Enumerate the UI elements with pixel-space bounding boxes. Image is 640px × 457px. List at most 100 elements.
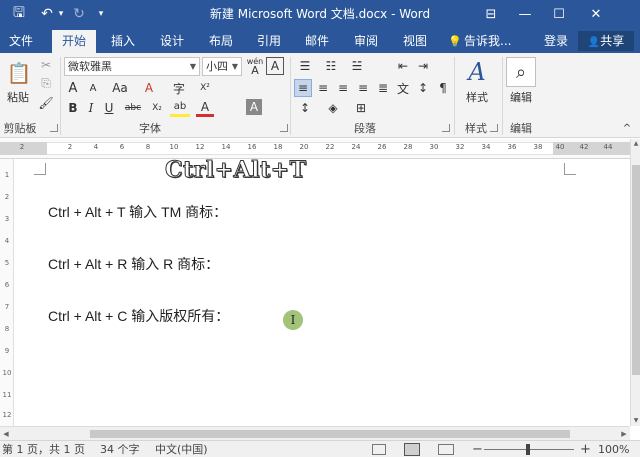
increase-indent-icon[interactable]: ⇥: [414, 57, 432, 75]
print-layout-icon[interactable]: [404, 443, 420, 456]
tab-references[interactable]: 引用: [250, 30, 288, 53]
format-painter-icon[interactable]: 🖌: [38, 95, 54, 111]
document-line[interactable]: Ctrl + Alt + R 输入 R 商标：: [48, 254, 219, 274]
undo-icon[interactable]: ↶: [38, 0, 56, 28]
tab-file[interactable]: 文件: [2, 30, 40, 53]
shading-icon[interactable]: ◈: [322, 99, 344, 117]
styles-button-label[interactable]: 样式: [460, 89, 494, 105]
group-divider: [502, 57, 503, 135]
scroll-right-icon[interactable]: ▶: [618, 427, 630, 441]
distributed-icon[interactable]: ≣: [374, 79, 392, 97]
decrease-indent-icon[interactable]: ⇤: [394, 57, 412, 75]
align-right-icon[interactable]: ≡: [334, 79, 352, 97]
scroll-down-icon[interactable]: ▼: [631, 416, 640, 426]
strikethrough-icon[interactable]: abc: [120, 99, 146, 117]
enclose-characters-icon[interactable]: 字: [170, 79, 188, 97]
wordart-heading[interactable]: Ctrl+Alt+T: [164, 157, 306, 184]
paste-button-label[interactable]: 粘贴: [2, 89, 34, 105]
phonetic-guide-bottom: A: [251, 64, 259, 77]
multilevel-list-icon[interactable]: ☱: [346, 57, 368, 75]
cut-icon[interactable]: ✂: [38, 57, 54, 73]
save-icon[interactable]: 🖫: [8, 0, 30, 28]
scroll-up-icon[interactable]: ▲: [631, 139, 640, 149]
share-button[interactable]: 👤共享: [578, 31, 634, 51]
font-launcher-icon[interactable]: [280, 124, 288, 132]
read-mode-icon[interactable]: [372, 444, 386, 455]
numbering-icon[interactable]: ☷: [320, 57, 342, 75]
tab-review[interactable]: 审阅: [347, 30, 385, 53]
sign-in-link[interactable]: 登录: [540, 30, 572, 53]
line-spacing-icon[interactable]: ↕: [294, 99, 316, 117]
find-icon[interactable]: ⌕: [506, 57, 536, 87]
window-title: 新建 Microsoft Word 文档.docx - Word: [209, 7, 431, 21]
align-left-icon[interactable]: ≡: [294, 79, 312, 97]
grow-font-icon[interactable]: A: [64, 79, 82, 97]
redo-icon[interactable]: ↻: [70, 0, 88, 28]
tab-insert[interactable]: 插入: [104, 30, 142, 53]
font-size-combo[interactable]: 小四 ▼: [202, 57, 242, 76]
superscript-icon[interactable]: X²: [196, 79, 214, 97]
borders-icon[interactable]: ⊞: [350, 99, 372, 117]
tab-home[interactable]: 开始: [52, 30, 96, 53]
scroll-left-icon[interactable]: ◀: [0, 427, 12, 441]
customize-quick-access-icon[interactable]: ▾: [94, 0, 108, 28]
horizontal-scroll-thumb[interactable]: [90, 430, 570, 438]
word-count-status[interactable]: 34 个字: [100, 441, 140, 457]
page-count-status[interactable]: 第 1 页，共 1 页: [2, 441, 85, 457]
zoom-level[interactable]: 100%: [598, 441, 629, 457]
chinese-layout-icon[interactable]: 文: [394, 79, 412, 97]
ruler-tick: 6: [119, 143, 125, 151]
maximize-button[interactable]: ☐: [542, 0, 576, 28]
bold-icon[interactable]: B: [64, 99, 82, 117]
vertical-ruler[interactable]: 1 2 3 4 5 6 7 8 9 10 11 12: [0, 159, 14, 426]
vertical-scroll-thumb[interactable]: [632, 165, 640, 375]
zoom-out-button[interactable]: −: [472, 441, 483, 457]
font-color-icon[interactable]: A: [196, 99, 214, 117]
language-status[interactable]: 中文(中国): [155, 441, 208, 457]
page-corner-mark: [564, 163, 576, 175]
web-layout-icon[interactable]: [438, 444, 454, 455]
tell-me-search[interactable]: 告诉我...: [464, 30, 512, 53]
ruler-tick: 20: [299, 143, 309, 151]
subscript-icon[interactable]: X₂: [148, 99, 166, 117]
ribbon-display-options-button[interactable]: ⊟: [474, 0, 508, 28]
editing-button-label[interactable]: 编辑: [504, 89, 538, 105]
undo-dropdown-icon[interactable]: ▾: [56, 0, 66, 28]
styles-icon[interactable]: A: [462, 57, 492, 87]
copy-icon[interactable]: ⎘: [38, 75, 54, 91]
styles-launcher-icon[interactable]: [490, 124, 498, 132]
horizontal-ruler[interactable]: 2 2 4 6 8 10 12 14 16 18 20 22 24 26 28 …: [0, 139, 630, 159]
justify-icon[interactable]: ≡: [354, 79, 372, 97]
phonetic-guide-icon[interactable]: wén A: [246, 55, 264, 77]
tab-layout[interactable]: 布局: [202, 30, 240, 53]
italic-icon[interactable]: I: [82, 99, 100, 117]
align-center-icon[interactable]: ≡: [314, 79, 332, 97]
paragraph-launcher-icon[interactable]: [442, 124, 450, 132]
character-shading-icon[interactable]: A: [246, 99, 262, 115]
sort-icon[interactable]: ↕: [414, 79, 432, 97]
show-hide-marks-icon[interactable]: ¶: [434, 79, 452, 97]
font-name-combo[interactable]: 微软雅黑 ▼: [64, 57, 200, 76]
shrink-font-icon[interactable]: A: [84, 79, 102, 97]
close-button[interactable]: ✕: [576, 0, 616, 28]
zoom-in-button[interactable]: +: [580, 441, 591, 457]
character-border-icon[interactable]: A: [266, 57, 284, 75]
paste-icon[interactable]: 📋: [6, 59, 32, 87]
document-line[interactable]: Ctrl + Alt + C 输入版权所有：: [48, 306, 229, 326]
horizontal-scrollbar[interactable]: ◀ ▶: [0, 426, 630, 440]
vertical-scrollbar[interactable]: ▲ ▼: [630, 139, 640, 426]
highlight-color-icon[interactable]: ab: [170, 99, 190, 117]
clear-formatting-icon[interactable]: A: [140, 79, 158, 97]
tab-design[interactable]: 设计: [153, 30, 191, 53]
clipboard-launcher-icon[interactable]: [50, 124, 58, 132]
tab-mailings[interactable]: 邮件: [298, 30, 336, 53]
change-case-icon[interactable]: Aa: [106, 79, 134, 97]
underline-icon[interactable]: U: [100, 99, 118, 117]
collapse-ribbon-icon[interactable]: ^: [620, 121, 634, 135]
bullets-icon[interactable]: ☰: [294, 57, 316, 75]
document-line[interactable]: Ctrl + Alt + T 输入 TM 商标：: [48, 202, 227, 222]
zoom-slider-handle[interactable]: [526, 444, 530, 455]
tab-view[interactable]: 视图: [396, 30, 434, 53]
minimize-button[interactable]: —: [508, 0, 542, 28]
document-page[interactable]: [14, 159, 630, 426]
